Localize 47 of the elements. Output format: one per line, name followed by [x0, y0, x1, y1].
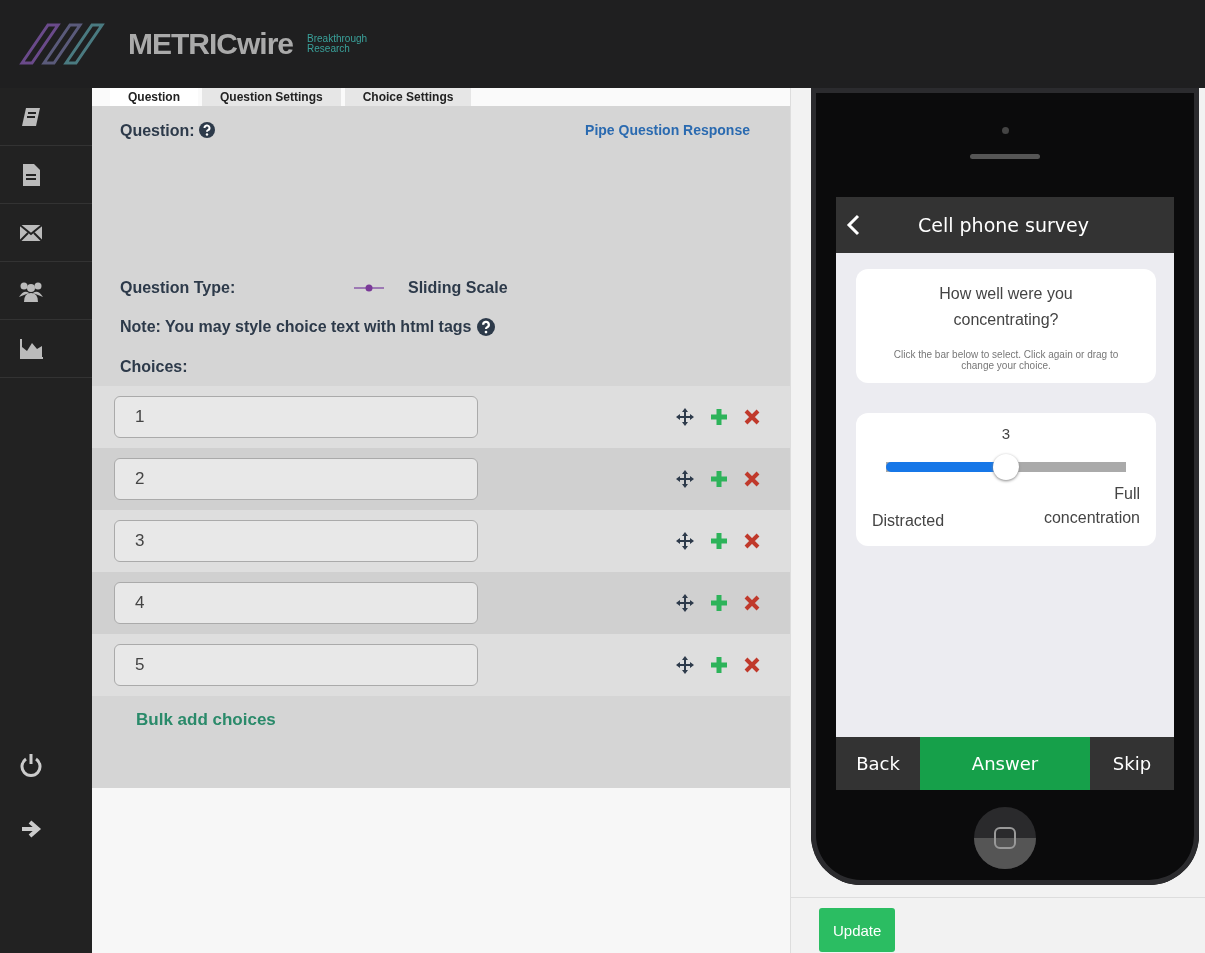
document-icon[interactable]: [21, 162, 41, 187]
question-type-label: Question Type:: [120, 279, 237, 297]
delete-icon[interactable]: [744, 471, 760, 487]
instruction-text: Click the bar below to select. Click again or drag to change your choice.: [892, 349, 1120, 371]
slider-value: 3: [1000, 425, 1012, 442]
help-icon[interactable]: [198, 122, 215, 138]
choice-input[interactable]: 4: [114, 582, 478, 624]
choice-input[interactable]: 2: [114, 458, 478, 500]
note-text: Note: You may style choice text with html tags: [120, 318, 472, 336]
speaker-slot: [970, 153, 1040, 159]
delete-icon[interactable]: [744, 595, 760, 611]
move-icon[interactable]: [676, 594, 694, 612]
delete-icon[interactable]: [744, 533, 760, 549]
pipe-link[interactable]: Pipe Question Response: [585, 122, 750, 270]
slider-icon: [354, 283, 384, 293]
delete-icon[interactable]: [744, 409, 760, 425]
question-type: Sliding Scale: [408, 279, 508, 297]
chart-icon[interactable]: [19, 338, 43, 359]
home-button[interactable]: [973, 805, 1037, 870]
move-icon[interactable]: [676, 408, 694, 426]
choice-input[interactable]: 5: [114, 644, 478, 686]
camera-dot: [1001, 126, 1009, 134]
help-icon[interactable]: [477, 318, 496, 336]
tab[interactable]: Question: [110, 88, 198, 106]
choice-input[interactable]: 3: [114, 520, 478, 562]
slider-thumb[interactable]: [993, 454, 1019, 480]
brand-name: METRICwire: [128, 27, 294, 61]
tab[interactable]: Question Settings: [202, 88, 341, 106]
question-text: How well were you concentrating?: [938, 284, 1074, 330]
power-icon[interactable]: [20, 753, 42, 777]
max-label: Full concentration: [1042, 484, 1140, 528]
question-label: Question:: [120, 122, 195, 140]
choices-label: Choices:: [119, 357, 189, 377]
min-label: Distracted: [872, 512, 945, 530]
move-icon[interactable]: [676, 532, 694, 550]
move-icon[interactable]: [676, 470, 694, 488]
envelope-icon[interactable]: [19, 222, 43, 243]
move-icon[interactable]: [676, 656, 694, 674]
back-icon[interactable]: [846, 214, 860, 236]
tagline: Research: [307, 44, 350, 54]
tab[interactable]: Choice Settings: [344, 88, 472, 106]
choice-input[interactable]: 1: [114, 396, 478, 438]
arrow-right-icon[interactable]: [20, 819, 42, 839]
tagline: Breakthrough: [307, 34, 368, 44]
survey-title: Cell phone survey: [918, 214, 1089, 236]
book-icon[interactable]: [20, 105, 42, 128]
delete-icon[interactable]: [744, 657, 760, 673]
